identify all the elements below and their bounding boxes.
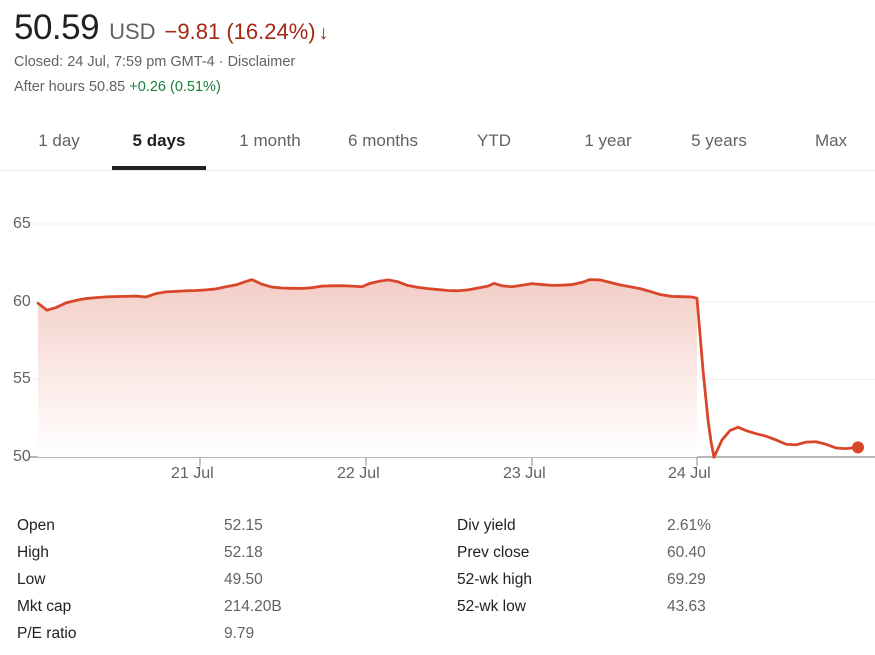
area-fill-path <box>38 279 697 457</box>
tab-label: 1 day <box>38 131 80 150</box>
stat-label: P/E ratio <box>17 624 77 642</box>
stat-row: Div yield 2.61% <box>455 512 874 539</box>
tab-label: 5 days <box>132 131 186 150</box>
after-hours-price: After hours 50.85 <box>14 79 126 95</box>
chart-end-marker <box>852 441 864 454</box>
stats-table: Open 52.15 High 52.18 Low 49.50 Mkt cap 214.20B… <box>0 512 875 647</box>
x-axis-label: 22 Jul <box>337 465 380 482</box>
price-chart-svg <box>29 223 875 466</box>
chart-area-fill <box>38 279 697 457</box>
stat-value: 52.18 <box>224 543 263 561</box>
x-axis-label: 23 Jul <box>503 465 546 482</box>
x-axis-label: 24 Jul <box>668 465 711 482</box>
tabs-divider <box>0 170 875 171</box>
stat-row: P/E ratio 9.79 <box>0 620 437 647</box>
stat-row: Prev close 60.40 <box>455 539 874 566</box>
tab-active-underline <box>800 166 862 170</box>
stats-column-left: Open 52.15 High 52.18 Low 49.50 Mkt cap 214.20B… <box>0 512 437 647</box>
after-hours-change: +0.26 (0.51%) <box>129 79 221 95</box>
chart-x-tick-marks <box>199 457 698 466</box>
tab-label: 5 years <box>691 131 747 150</box>
y-axis-label: 50 <box>13 448 31 465</box>
stat-row: 52-wk high 69.29 <box>455 566 874 593</box>
stats-column-right: Div yield 2.61% Prev close 60.40 52-wk high 6… <box>437 512 874 647</box>
tab-5-years[interactable]: 5 years <box>676 112 762 170</box>
price-change: −9.81 (16.24%) <box>164 19 316 44</box>
tab-1-day[interactable]: 1 day <box>16 112 102 170</box>
tab-active-underline <box>676 166 762 170</box>
tab-active-underline <box>16 166 102 170</box>
stat-label: Mkt cap <box>17 597 72 615</box>
market-status-text: Closed: 24 Jul, 7:59 pm GMT-4 <box>14 54 215 70</box>
stat-label: 52-wk high <box>457 570 532 588</box>
currency-label: USD <box>109 19 156 44</box>
price-row: 50.59 USD −9.81 (16.24%) ↓ <box>14 8 614 48</box>
stat-label: Prev close <box>457 543 530 561</box>
range-tabs: 1 day 5 days 1 month 6 months YTD 1 year 5 yea… <box>0 112 875 171</box>
tab-active-underline <box>332 166 434 170</box>
y-axis-label: 60 <box>13 292 31 310</box>
tab-max[interactable]: Max <box>800 112 862 170</box>
tab-ytd[interactable]: YTD <box>458 112 530 170</box>
x-axis-label: 21 Jul <box>171 465 214 482</box>
tab-1-year[interactable]: 1 year <box>570 112 646 170</box>
price-chart[interactable]: 65 60 55 50 21 Jul 22 Jul 23 Jul 24 Jul <box>0 180 875 500</box>
y-axis-label: 65 <box>13 215 31 232</box>
stat-label: Div yield <box>457 516 516 534</box>
tab-label: 1 year <box>584 131 632 150</box>
tab-active-underline <box>112 166 206 170</box>
stat-value: 69.29 <box>667 570 706 588</box>
stat-value: 43.63 <box>667 597 706 615</box>
stat-value: 2.61% <box>667 516 711 534</box>
stat-value: 214.20B <box>224 597 282 615</box>
tab-label: Max <box>814 131 848 150</box>
stat-row: Open 52.15 <box>0 512 437 539</box>
market-status-line: Closed: 24 Jul, 7:59 pm GMT-4 · Disclaim… <box>14 52 614 73</box>
tab-label: 1 month <box>239 131 301 150</box>
stat-value: 9.79 <box>224 624 255 642</box>
stat-label: 52-wk low <box>457 597 526 615</box>
stat-value: 49.50 <box>224 570 263 588</box>
status-separator: · <box>214 54 228 70</box>
tab-5-days[interactable]: 5 days <box>112 112 206 170</box>
y-axis-label: 55 <box>13 370 31 388</box>
arrow-down-icon: ↓ <box>318 22 329 44</box>
tab-active-underline <box>458 166 530 170</box>
tab-6-months[interactable]: 6 months <box>332 112 434 170</box>
stat-row: High 52.18 <box>0 539 437 566</box>
stat-label: Open <box>17 516 55 534</box>
stock-quote-widget: 50.59 USD −9.81 (16.24%) ↓ Closed: 24 Ju… <box>0 0 875 655</box>
stat-value: 60.40 <box>667 543 706 561</box>
quote-header: 50.59 USD −9.81 (16.24%) ↓ Closed: 24 Ju… <box>14 8 614 98</box>
disclaimer-link[interactable]: Disclaimer <box>228 54 296 70</box>
stat-row: Mkt cap 214.20B <box>0 593 437 620</box>
stat-row: Low 49.50 <box>0 566 437 593</box>
tab-active-underline <box>570 166 646 170</box>
stat-label: High <box>17 543 49 561</box>
tab-active-underline <box>220 166 320 170</box>
latest-price-dot <box>852 441 864 454</box>
tab-label: YTD <box>477 131 511 150</box>
stat-label: Low <box>17 570 46 588</box>
tab-1-month[interactable]: 1 month <box>220 112 320 170</box>
after-hours-line: After hours 50.85 +0.26 (0.51%) <box>14 77 614 98</box>
current-price: 50.59 <box>14 8 100 47</box>
tab-label: 6 months <box>348 131 418 150</box>
stat-value: 52.15 <box>224 516 263 534</box>
stat-row: 52-wk low 43.63 <box>455 593 874 620</box>
